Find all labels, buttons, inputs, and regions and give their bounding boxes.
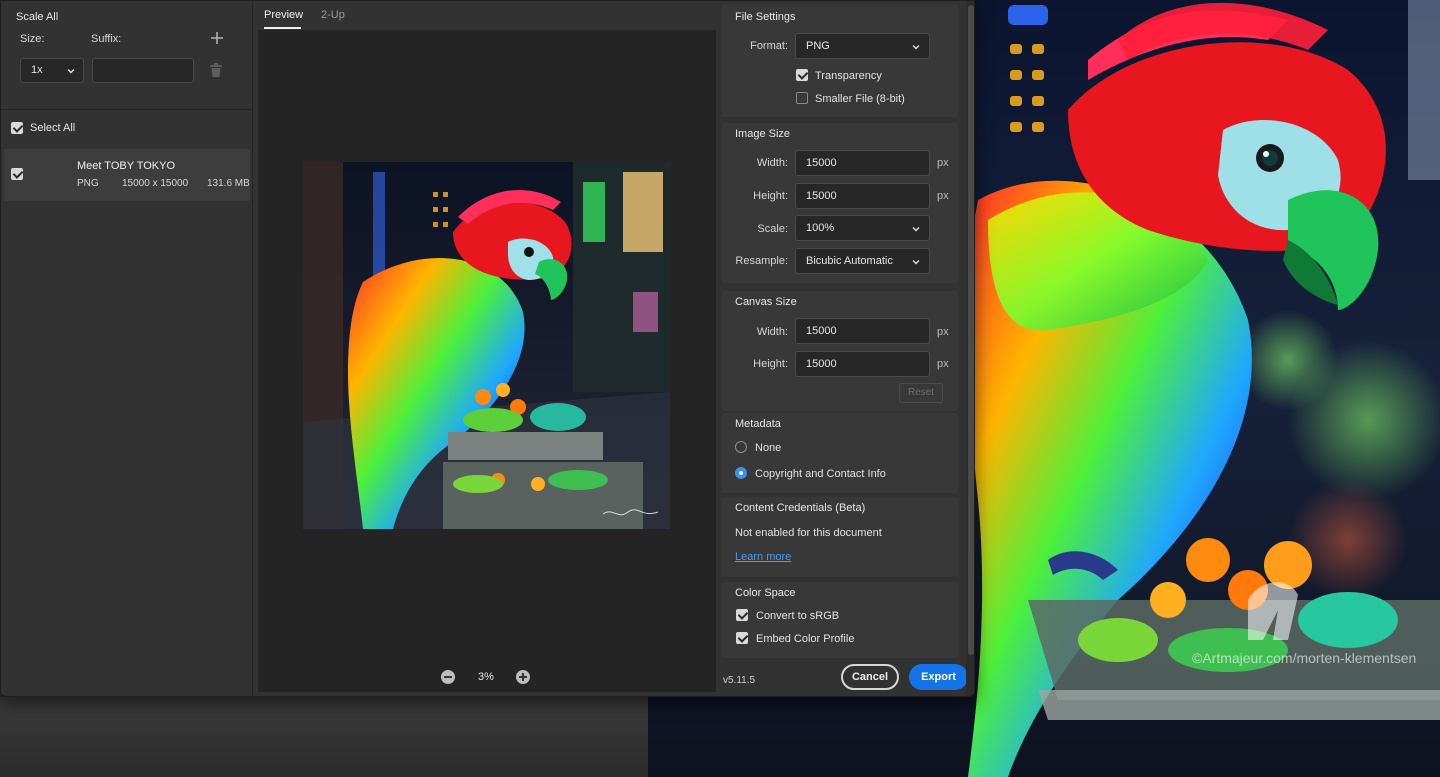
- canvas-height-label: Height:: [753, 358, 788, 370]
- content-credentials-title: Content Credentials (Beta): [735, 502, 866, 514]
- scale-all-title: Scale All: [16, 11, 59, 23]
- desktop-background: [0, 697, 648, 777]
- convert-srgb-checkbox[interactable]: [736, 609, 748, 621]
- watermark-text: ©Artmajeur.com/morten-klementsen: [1192, 650, 1417, 666]
- chevron-down-icon: [912, 260, 920, 265]
- metadata-copyright-label: Copyright and Contact Info: [755, 468, 886, 480]
- plus-icon: [211, 32, 223, 44]
- embed-profile-checkbox[interactable]: [736, 632, 748, 644]
- zoom-in-button[interactable]: [516, 670, 530, 684]
- select-all-checkbox[interactable]: [11, 122, 23, 134]
- image-size-title: Image Size: [735, 128, 791, 140]
- metadata-none-radio[interactable]: [735, 441, 747, 453]
- canvas-size-title: Canvas Size: [735, 296, 797, 308]
- metadata-section: Metadata None Copyright and Contact Info: [722, 413, 958, 493]
- add-scale-button[interactable]: [209, 30, 225, 46]
- active-tab-indicator: [264, 27, 301, 29]
- asset-size: 131.6 MB: [207, 178, 250, 189]
- learn-more-link[interactable]: Learn more: [735, 551, 791, 563]
- image-scale-select[interactable]: 100%: [795, 215, 930, 241]
- preview-canvas: [258, 30, 716, 692]
- format-select[interactable]: PNG: [795, 33, 930, 59]
- metadata-copyright-radio[interactable]: [735, 467, 747, 479]
- asset-format: PNG: [77, 178, 99, 189]
- canvas-width-input[interactable]: 15000: [795, 318, 930, 344]
- canvas-height-input[interactable]: 15000: [795, 351, 930, 377]
- preview-image: [303, 162, 670, 529]
- scale-select-value: 1x: [31, 64, 43, 76]
- zoom-level: 3%: [478, 671, 494, 683]
- suffix-label: Suffix:: [91, 33, 122, 45]
- version-label: v5.11.5: [723, 675, 756, 686]
- image-height-unit: px: [937, 190, 949, 202]
- reset-button[interactable]: Reset: [899, 383, 943, 403]
- image-height-label: Height:: [753, 190, 788, 202]
- asset-checkbox[interactable]: [11, 168, 23, 180]
- file-settings-section: File Settings Format: PNG Transparency S…: [722, 5, 958, 117]
- tab-2-up[interactable]: 2-Up: [321, 9, 345, 21]
- asset-row[interactable]: Meet TOBY TOKYO PNG 15000 x 15000 131.6 …: [4, 149, 250, 201]
- image-scale-value: 100%: [806, 222, 835, 234]
- image-width-unit: px: [937, 157, 949, 169]
- metadata-title: Metadata: [735, 418, 781, 430]
- scale-label: Scale:: [757, 223, 788, 235]
- tab-preview[interactable]: Preview: [264, 9, 303, 21]
- embed-profile-label: Embed Color Profile: [756, 633, 855, 645]
- select-all-label: Select All: [30, 122, 76, 134]
- divider: [1, 109, 253, 110]
- assets-panel: Scale All Size: Suffix: 1x Select All Me…: [1, 1, 253, 696]
- resample-value: Bicubic Automatic: [806, 255, 893, 267]
- smaller-file-label: Smaller File (8-bit): [815, 93, 905, 105]
- metadata-none-label: None: [755, 442, 782, 454]
- export-as-dialog: Scale All Size: Suffix: 1x Select All Me…: [0, 0, 975, 697]
- smaller-file-checkbox[interactable]: [796, 92, 808, 104]
- trash-icon: [210, 63, 222, 77]
- canvas-width-unit: px: [937, 326, 949, 338]
- chevron-down-icon: [67, 69, 75, 74]
- image-width-label: Width:: [756, 157, 788, 169]
- color-space-title: Color Space: [735, 587, 796, 599]
- transparency-label: Transparency: [815, 70, 882, 82]
- format-select-value: PNG: [806, 40, 830, 52]
- image-height-input[interactable]: 15000: [795, 183, 930, 209]
- image-size-section: Image Size Width: 15000 px Height: 15000…: [722, 123, 958, 283]
- scrollbar-thumb[interactable]: [968, 5, 974, 655]
- content-credentials-status: Not enabled for this document: [735, 527, 882, 539]
- convert-srgb-label: Convert to sRGB: [756, 610, 840, 622]
- content-credentials-section: Content Credentials (Beta) Not enabled f…: [722, 497, 958, 577]
- color-space-section: Color Space Convert to sRGB Embed Color …: [722, 582, 958, 658]
- asset-dimensions: 15000 x 15000: [122, 178, 189, 189]
- asset-name: Meet TOBY TOKYO: [77, 160, 176, 172]
- scale-select[interactable]: 1x: [20, 58, 84, 83]
- canvas-height-unit: px: [937, 358, 949, 370]
- settings-scrollbar[interactable]: [966, 1, 974, 696]
- canvas-width-label: Width:: [756, 326, 788, 338]
- format-label: Format:: [750, 40, 788, 52]
- image-width-input[interactable]: 15000: [795, 150, 930, 176]
- resample-label: Resample:: [735, 255, 788, 267]
- zoom-out-button[interactable]: [441, 670, 455, 684]
- size-label: Size:: [20, 33, 45, 45]
- resample-select[interactable]: Bicubic Automatic: [795, 248, 930, 274]
- chevron-down-icon: [912, 227, 920, 232]
- transparency-checkbox[interactable]: [796, 69, 808, 81]
- preview-panel: Preview 2-Up 3%: [258, 1, 716, 696]
- suffix-input[interactable]: [92, 58, 194, 83]
- delete-scale-button[interactable]: [209, 63, 223, 78]
- settings-panel: File Settings Format: PNG Transparency S…: [716, 1, 966, 696]
- export-button[interactable]: Export: [909, 664, 968, 690]
- file-settings-title: File Settings: [735, 11, 796, 23]
- chevron-down-icon: [912, 45, 920, 50]
- cancel-button[interactable]: Cancel: [841, 664, 899, 690]
